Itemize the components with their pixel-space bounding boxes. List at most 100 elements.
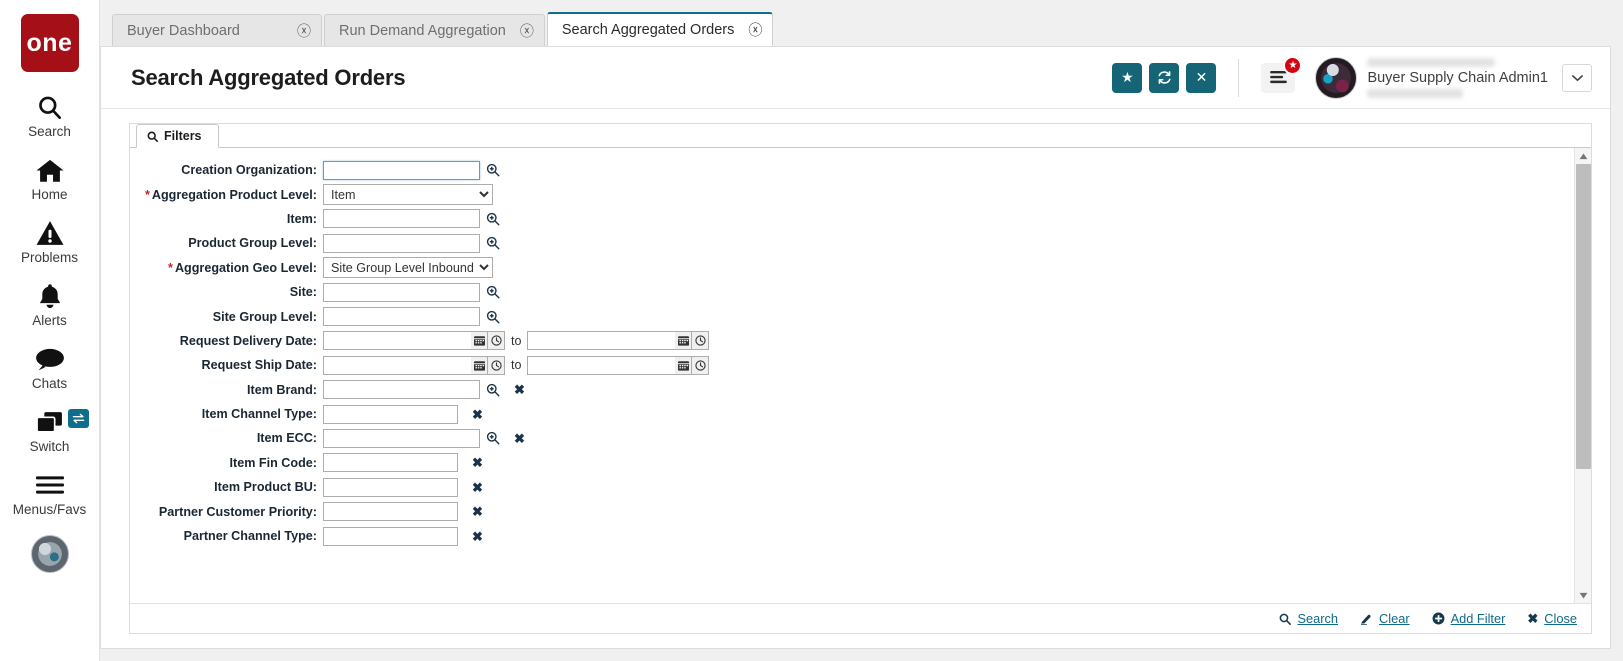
item-input[interactable]	[323, 209, 480, 229]
label-text: Aggregation Geo Level	[174, 260, 313, 275]
sidebar-item-menus-favs[interactable]: Menus/Favs	[0, 470, 99, 517]
page-title: Search Aggregated Orders	[131, 64, 406, 90]
add-filter-link-label: Add Filter	[1450, 611, 1506, 626]
label-text: Item Brand	[247, 382, 313, 397]
filters-panel-body: Creation Organization: * Aggregation Prod…	[130, 148, 1591, 603]
filter-label: * Aggregation Product Level:	[144, 187, 317, 202]
filter-label: Partner Channel Type:	[183, 529, 317, 544]
scroll-up-arrow[interactable]	[1575, 148, 1592, 164]
clock-icon[interactable]	[692, 331, 710, 351]
add-filter-link[interactable]: Add Filter	[1432, 611, 1506, 626]
sidebar-item-alerts[interactable]: Alerts	[0, 281, 99, 328]
product-group-level-input[interactable]	[323, 233, 480, 253]
site-input[interactable]	[323, 282, 480, 302]
request-ship-date-to-input[interactable]	[527, 355, 676, 375]
filter-row-aggregation-geo-level: * Aggregation Geo Level: Site Group Level…	[130, 256, 1574, 280]
lookup-search-icon[interactable]	[486, 310, 500, 324]
lookup-search-icon[interactable]	[486, 383, 500, 397]
filter-row-partner-customer-priority: Partner Customer Priority: ✖	[130, 499, 1574, 523]
close-page-button[interactable]: ✕	[1186, 62, 1217, 93]
remove-filter-icon[interactable]: ✖	[472, 456, 483, 469]
sidebar-item-label: Problems	[20, 250, 79, 265]
close-link[interactable]: ✖ Close	[1527, 611, 1577, 626]
user-dropdown-button[interactable]	[1562, 63, 1592, 92]
filter-label: Request Delivery Date:	[179, 333, 317, 348]
clear-link-label: Clear	[1379, 611, 1410, 626]
creation-organization-input[interactable]	[323, 160, 480, 180]
tab-search-aggregated-orders[interactable]: Search Aggregated Orders ⓧ	[546, 12, 774, 46]
clock-icon[interactable]	[488, 355, 505, 375]
scrollbar-track[interactable]	[1575, 164, 1592, 587]
label-text: Partner Customer Priority	[158, 504, 313, 519]
swap-arrows-icon[interactable]	[68, 409, 89, 428]
search-icon	[147, 131, 158, 142]
sidebar-item-chats[interactable]: Chats	[0, 344, 99, 391]
favorite-button[interactable]: ★	[1112, 62, 1143, 93]
lookup-search-icon[interactable]	[486, 212, 500, 226]
filter-control: to	[323, 355, 710, 375]
partner-customer-priority-input[interactable]	[323, 502, 458, 522]
scroll-down-arrow[interactable]	[1575, 587, 1592, 603]
tab-label: Search Aggregated Orders	[561, 22, 735, 38]
remove-filter-icon[interactable]: ✖	[472, 505, 483, 518]
header-menu-button[interactable]: ★	[1261, 55, 1303, 93]
request-delivery-date-to-input[interactable]	[527, 331, 676, 351]
avatar[interactable]	[1315, 56, 1358, 99]
remove-filter-icon[interactable]: ✖	[514, 383, 525, 396]
lookup-search-icon[interactable]	[486, 431, 500, 445]
lookup-search-icon[interactable]	[486, 163, 500, 177]
hamburger-menu-icon	[1270, 71, 1287, 84]
application-root: one Search Home Problems Alerts Chats Sw…	[0, 0, 1623, 661]
tab-buyer-dashboard[interactable]: Buyer Dashboard ⓧ	[112, 14, 322, 46]
item-product-bu-input[interactable]	[323, 477, 458, 497]
filters-vertical-scrollbar[interactable]	[1574, 148, 1591, 603]
search-link[interactable]: Search	[1279, 611, 1338, 626]
sidebar-item-problems[interactable]: Problems	[0, 218, 99, 265]
lookup-search-icon[interactable]	[486, 285, 500, 299]
clear-link[interactable]: Clear	[1360, 611, 1410, 626]
item-fin-code-input[interactable]	[323, 453, 458, 473]
tab-filters-label: Filters	[164, 129, 202, 143]
scrollbar-thumb[interactable]	[1575, 164, 1591, 469]
calendar-icon[interactable]	[675, 355, 693, 375]
sidebar-item-home[interactable]: Home	[0, 155, 99, 202]
clock-icon[interactable]	[692, 355, 710, 375]
sidebar-avatar[interactable]	[30, 535, 69, 573]
clock-icon[interactable]	[488, 331, 505, 351]
sidebar-item-search[interactable]: Search	[0, 92, 99, 139]
brand-logo[interactable]: one	[20, 14, 79, 72]
close-circle-icon[interactable]: ⓧ	[520, 24, 534, 38]
remove-filter-icon[interactable]: ✖	[514, 432, 525, 445]
filter-label: Request Ship Date:	[201, 358, 317, 373]
filter-row-request-ship-date: Request Ship Date: to	[130, 353, 1574, 377]
request-ship-date-from-input[interactable]	[323, 355, 471, 375]
remove-filter-icon[interactable]: ✖	[472, 481, 483, 494]
calendar-icon[interactable]	[471, 331, 488, 351]
tab-run-demand-aggregation[interactable]: Run Demand Aggregation ⓧ	[324, 14, 545, 46]
redacted-line-bottom	[1367, 88, 1464, 98]
filter-control	[323, 209, 500, 229]
date-from-field	[323, 331, 505, 351]
tab-filters[interactable]: Filters	[136, 124, 219, 148]
lookup-search-icon[interactable]	[486, 236, 500, 250]
sidebar-item-switch[interactable]: Switch	[0, 407, 99, 454]
calendar-icon[interactable]	[471, 355, 488, 375]
site-group-level-input[interactable]	[323, 307, 480, 327]
remove-filter-icon[interactable]: ✖	[472, 530, 483, 543]
item-brand-input[interactable]	[323, 380, 480, 400]
close-circle-icon[interactable]: ⓧ	[297, 24, 311, 38]
request-delivery-date-from-input[interactable]	[323, 331, 471, 351]
aggregation-geo-level-select[interactable]: Site Group Level Inbound	[323, 257, 493, 279]
item-channel-type-input[interactable]	[323, 404, 458, 424]
chat-bubble-icon	[35, 344, 65, 374]
filter-control: ✖	[323, 428, 525, 448]
refresh-button[interactable]	[1149, 62, 1180, 93]
close-circle-icon[interactable]: ⓧ	[748, 23, 762, 37]
partner-channel-type-input[interactable]	[323, 526, 458, 546]
calendar-icon[interactable]	[675, 331, 693, 351]
user-area[interactable]: Buyer Supply Chain Admin1	[1315, 56, 1548, 99]
item-ecc-input[interactable]	[323, 428, 480, 448]
search-link-label: Search	[1297, 611, 1339, 626]
remove-filter-icon[interactable]: ✖	[472, 408, 483, 421]
aggregation-product-level-select[interactable]: Item	[323, 184, 493, 206]
